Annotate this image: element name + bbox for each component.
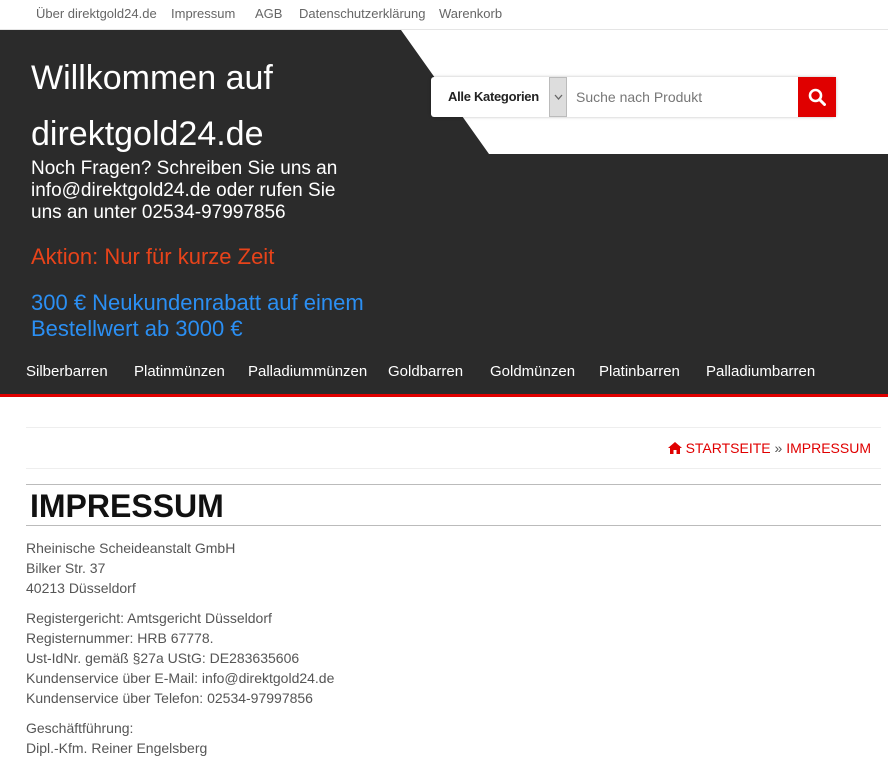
category-select[interactable]: Alle Kategorien bbox=[431, 77, 549, 117]
page-title-bar: IMPRESSUM bbox=[26, 484, 881, 526]
topbar-link-impressum[interactable]: Impressum bbox=[171, 6, 235, 21]
service-phone: Kundenservice über Telefon: 02534-979978… bbox=[26, 690, 313, 706]
welcome-heading: Willkommen auf direktgold24.de bbox=[31, 50, 411, 162]
management-name: Dipl.-Kfm. Reiner Engelsberg bbox=[26, 740, 208, 756]
service-email: Kundenservice über E-Mail: info@direktgo… bbox=[26, 670, 335, 686]
breadcrumb-home-label: STARTSEITE bbox=[685, 440, 771, 456]
nav-item-goldbarren[interactable]: Goldbarren bbox=[388, 363, 463, 380]
topbar-link-about[interactable]: Über direktgold24.de bbox=[36, 6, 157, 21]
main-nav: Silberbarren Platinmünzen Palladiummünze… bbox=[0, 363, 888, 387]
nav-item-platinbarren[interactable]: Platinbarren bbox=[599, 363, 680, 380]
nav-item-palladiumbarren[interactable]: Palladiumbarren bbox=[706, 363, 815, 380]
management-block: Geschäftführung: Dipl.-Kfm. Reiner Engel… bbox=[26, 718, 866, 758]
contact-text: Noch Fragen? Schreiben Sie uns an info@d… bbox=[31, 158, 338, 223]
topbar-link-agb[interactable]: AGB bbox=[255, 6, 282, 21]
street: Bilker Str. 37 bbox=[26, 560, 106, 576]
welcome-line-2: direktgold24.de bbox=[31, 115, 264, 153]
management-label: Geschäftführung: bbox=[26, 720, 134, 736]
rabatt-text: 300 € Neukundenrabatt auf einem Bestellw… bbox=[31, 290, 364, 341]
search-button[interactable] bbox=[798, 77, 836, 117]
topbar-link-warenkorb[interactable]: Warenkorb bbox=[439, 6, 502, 21]
breadcrumb-home[interactable]: STARTSEITE bbox=[667, 440, 771, 456]
chevron-down-icon bbox=[554, 94, 563, 100]
nav-item-platinmuenzen[interactable]: Platinmünzen bbox=[134, 363, 225, 380]
search-form: Alle Kategorien bbox=[431, 77, 836, 117]
topbar-link-datenschutz[interactable]: Datenschutzerklärung bbox=[299, 6, 425, 21]
home-icon bbox=[667, 442, 682, 454]
nav-item-palladiummuenzen[interactable]: Palladiummünzen bbox=[248, 363, 367, 380]
register-block: Registergericht: Amtsgericht Düsseldorf … bbox=[26, 608, 866, 708]
aktion-text: Aktion: Nur für kurze Zeit bbox=[31, 244, 275, 269]
vat-id: Ust-IdNr. gemäß §27a UStG: DE283635606 bbox=[26, 650, 300, 666]
search-input[interactable] bbox=[567, 77, 798, 117]
breadcrumb: STARTSEITE » IMPRESSUM bbox=[667, 440, 871, 456]
top-bar: Über direktgold24.de Impressum AGB Daten… bbox=[0, 0, 888, 30]
nav-item-goldmuenzen[interactable]: Goldmünzen bbox=[490, 363, 575, 380]
nav-item-silberbarren[interactable]: Silberbarren bbox=[26, 363, 108, 380]
header-divider bbox=[0, 394, 888, 397]
city: 40213 Düsseldorf bbox=[26, 580, 136, 596]
breadcrumb-bar: STARTSEITE » IMPRESSUM bbox=[26, 427, 881, 469]
breadcrumb-separator: » bbox=[774, 440, 783, 456]
search-icon bbox=[808, 88, 826, 106]
welcome-line-1: Willkommen auf bbox=[31, 59, 273, 97]
company-name: Rheinische Scheideanstalt GmbH bbox=[26, 540, 236, 556]
address-block: Rheinische Scheideanstalt GmbH Bilker St… bbox=[26, 538, 866, 598]
register-number: Registernummer: HRB 67778. bbox=[26, 630, 214, 646]
site-header: Willkommen auf direktgold24.de Noch Frag… bbox=[0, 30, 888, 394]
breadcrumb-current[interactable]: IMPRESSUM bbox=[786, 440, 871, 456]
impressum-content: Rheinische Scheideanstalt GmbH Bilker St… bbox=[26, 538, 866, 768]
category-dropdown-toggle[interactable] bbox=[549, 77, 567, 117]
register-court: Registergericht: Amtsgericht Düsseldorf bbox=[26, 610, 272, 626]
page-title: IMPRESSUM bbox=[30, 488, 224, 524]
